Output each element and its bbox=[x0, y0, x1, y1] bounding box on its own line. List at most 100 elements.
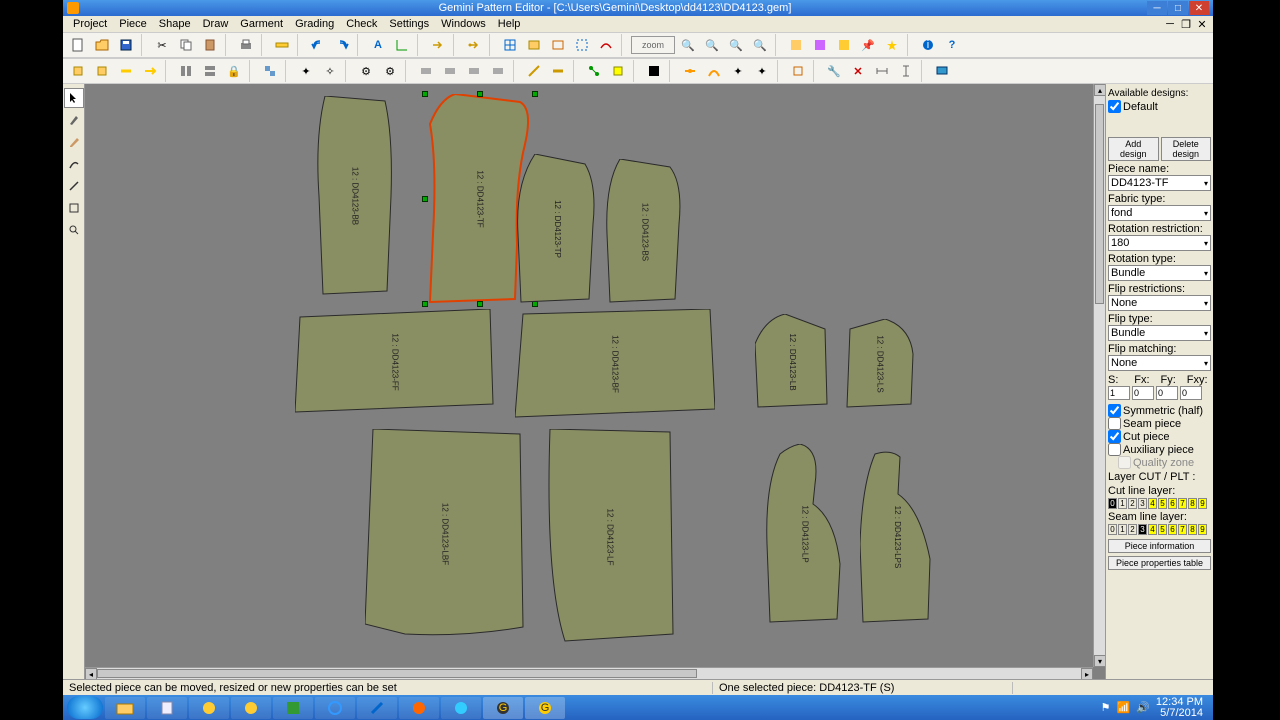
gear2-icon[interactable]: ⚙ bbox=[379, 60, 401, 82]
start-button[interactable] bbox=[67, 696, 103, 719]
path1-icon[interactable] bbox=[679, 60, 701, 82]
path3-icon[interactable]: ✦ bbox=[727, 60, 749, 82]
dim2-icon[interactable] bbox=[895, 60, 917, 82]
layer-7[interactable]: 7 bbox=[1178, 498, 1187, 509]
edge1-icon[interactable] bbox=[523, 60, 545, 82]
pattern-piece[interactable]: 12 : DD4123-BB bbox=[315, 96, 395, 296]
piece-info-button[interactable]: Piece information bbox=[1108, 539, 1211, 553]
print-icon[interactable] bbox=[235, 34, 257, 56]
layer-9[interactable]: 9 bbox=[1198, 498, 1207, 509]
maximize-button[interactable]: □ bbox=[1168, 1, 1188, 15]
pattern-piece[interactable]: 12 : DD4123-LF bbox=[545, 429, 675, 644]
zoom-display[interactable]: zoom bbox=[631, 36, 675, 54]
menu-help[interactable]: Help bbox=[492, 17, 527, 31]
star-icon[interactable] bbox=[881, 34, 903, 56]
flip-match-select[interactable]: None bbox=[1108, 355, 1211, 371]
pattern-piece[interactable]: 12 : DD4123-BS bbox=[605, 159, 685, 304]
zoom-in-icon[interactable]: 🔍 bbox=[677, 34, 699, 56]
select-tool-icon[interactable] bbox=[64, 88, 84, 108]
piece-name-select[interactable]: DD4123-TF bbox=[1108, 175, 1211, 191]
rotation-type-select[interactable]: Bundle bbox=[1108, 265, 1211, 281]
layer2-icon[interactable] bbox=[809, 34, 831, 56]
s-input[interactable] bbox=[1108, 386, 1130, 400]
redo-icon[interactable] bbox=[331, 34, 353, 56]
shape-tool-icon[interactable] bbox=[64, 198, 84, 218]
align1-icon[interactable] bbox=[175, 60, 197, 82]
tray-flag-icon[interactable]: ⚑ bbox=[1101, 701, 1111, 714]
pattern-piece[interactable]: 12 : DD4123-LS bbox=[845, 319, 915, 409]
layer-a-icon[interactable] bbox=[415, 60, 437, 82]
aux-piece-check[interactable] bbox=[1108, 443, 1121, 456]
layer-4[interactable]: 4 bbox=[1148, 524, 1157, 535]
curve-tool-icon[interactable] bbox=[64, 154, 84, 174]
tool-a-icon[interactable] bbox=[67, 60, 89, 82]
layer-4[interactable]: 4 bbox=[1148, 498, 1157, 509]
flip-restriction-select[interactable]: None bbox=[1108, 295, 1211, 311]
corner-tool-icon[interactable] bbox=[391, 34, 413, 56]
select-rect-icon[interactable] bbox=[571, 34, 593, 56]
menu-windows[interactable]: Windows bbox=[435, 17, 492, 31]
selection-handle[interactable] bbox=[422, 301, 428, 307]
selection-handle[interactable] bbox=[422, 91, 428, 97]
taskbar-firefox-icon[interactable] bbox=[399, 697, 439, 719]
layer-8[interactable]: 8 bbox=[1188, 498, 1197, 509]
pattern-piece[interactable]: 12 : DD4123-BF bbox=[515, 309, 715, 419]
pattern-piece[interactable]: 12 : DD4123-LPS bbox=[860, 449, 935, 624]
add-design-button[interactable]: Add design bbox=[1108, 137, 1159, 161]
undo-icon[interactable] bbox=[307, 34, 329, 56]
box1-icon[interactable] bbox=[787, 60, 809, 82]
rect-icon[interactable] bbox=[523, 34, 545, 56]
rotation-restriction-select[interactable]: 180 bbox=[1108, 235, 1211, 251]
layer-5[interactable]: 5 bbox=[1158, 498, 1167, 509]
cut-icon[interactable]: ✂ bbox=[151, 34, 173, 56]
layer-3[interactable]: 3 bbox=[1138, 524, 1147, 535]
layer3-icon[interactable] bbox=[833, 34, 855, 56]
symmetric-check[interactable] bbox=[1108, 404, 1121, 417]
grid-icon[interactable] bbox=[499, 34, 521, 56]
menu-grading[interactable]: Grading bbox=[289, 17, 340, 31]
snap2-icon[interactable]: ✧ bbox=[319, 60, 341, 82]
layer-6[interactable]: 6 bbox=[1168, 524, 1177, 535]
menu-piece[interactable]: Piece bbox=[113, 17, 153, 31]
mdi-restore-icon[interactable]: ❐ bbox=[1179, 17, 1193, 31]
arrow2-tool-icon[interactable] bbox=[463, 34, 485, 56]
pattern-piece[interactable]: 12 : DD4123-LBF bbox=[365, 429, 525, 639]
delete-icon[interactable]: ✕ bbox=[847, 60, 869, 82]
menu-shape[interactable]: Shape bbox=[153, 17, 197, 31]
layer-5[interactable]: 5 bbox=[1158, 524, 1167, 535]
taskbar-excel-icon[interactable] bbox=[273, 697, 313, 719]
layer-1[interactable]: 1 bbox=[1118, 498, 1127, 509]
scrollbar-horizontal[interactable]: ◂ ▸ bbox=[85, 667, 1093, 679]
lock-icon[interactable]: 🔒 bbox=[223, 60, 245, 82]
scroll-thumb-h[interactable] bbox=[97, 669, 697, 678]
pattern-piece[interactable]: 12 : DD4123-FF bbox=[295, 309, 495, 414]
fx-input[interactable] bbox=[1132, 386, 1154, 400]
fabric-select[interactable]: fond bbox=[1108, 205, 1211, 221]
taskbar-explorer-icon[interactable] bbox=[105, 697, 145, 719]
zoom-all-icon[interactable]: 🔍 bbox=[749, 34, 771, 56]
menu-garment[interactable]: Garment bbox=[234, 17, 289, 31]
tool-b-icon[interactable] bbox=[91, 60, 113, 82]
delete-design-button[interactable]: Delete design bbox=[1161, 137, 1212, 161]
selection-handle[interactable] bbox=[477, 91, 483, 97]
tray-network-icon[interactable]: 📶 bbox=[1117, 701, 1131, 714]
path2-icon[interactable] bbox=[703, 60, 725, 82]
dark-icon[interactable] bbox=[643, 60, 665, 82]
piece-table-button[interactable]: Piece properties table bbox=[1108, 556, 1211, 570]
layer-c-icon[interactable] bbox=[463, 60, 485, 82]
layer-6[interactable]: 6 bbox=[1168, 498, 1177, 509]
menu-project[interactable]: Project bbox=[67, 17, 113, 31]
selection-handle[interactable] bbox=[532, 91, 538, 97]
dim1-icon[interactable] bbox=[871, 60, 893, 82]
taskbar-app4-icon[interactable] bbox=[441, 697, 481, 719]
layer-1[interactable]: 1 bbox=[1118, 524, 1127, 535]
copy-icon[interactable] bbox=[175, 34, 197, 56]
layer-0[interactable]: 0 bbox=[1108, 498, 1117, 509]
scroll-up-icon[interactable]: ▴ bbox=[1094, 84, 1105, 96]
line-tool-icon[interactable] bbox=[64, 176, 84, 196]
zoom-out-icon[interactable]: 🔍 bbox=[701, 34, 723, 56]
open-file-icon[interactable] bbox=[91, 34, 113, 56]
pattern-piece[interactable]: 12 : DD4123-TP bbox=[515, 154, 600, 304]
layer-d-icon[interactable] bbox=[487, 60, 509, 82]
save-file-icon[interactable] bbox=[115, 34, 137, 56]
